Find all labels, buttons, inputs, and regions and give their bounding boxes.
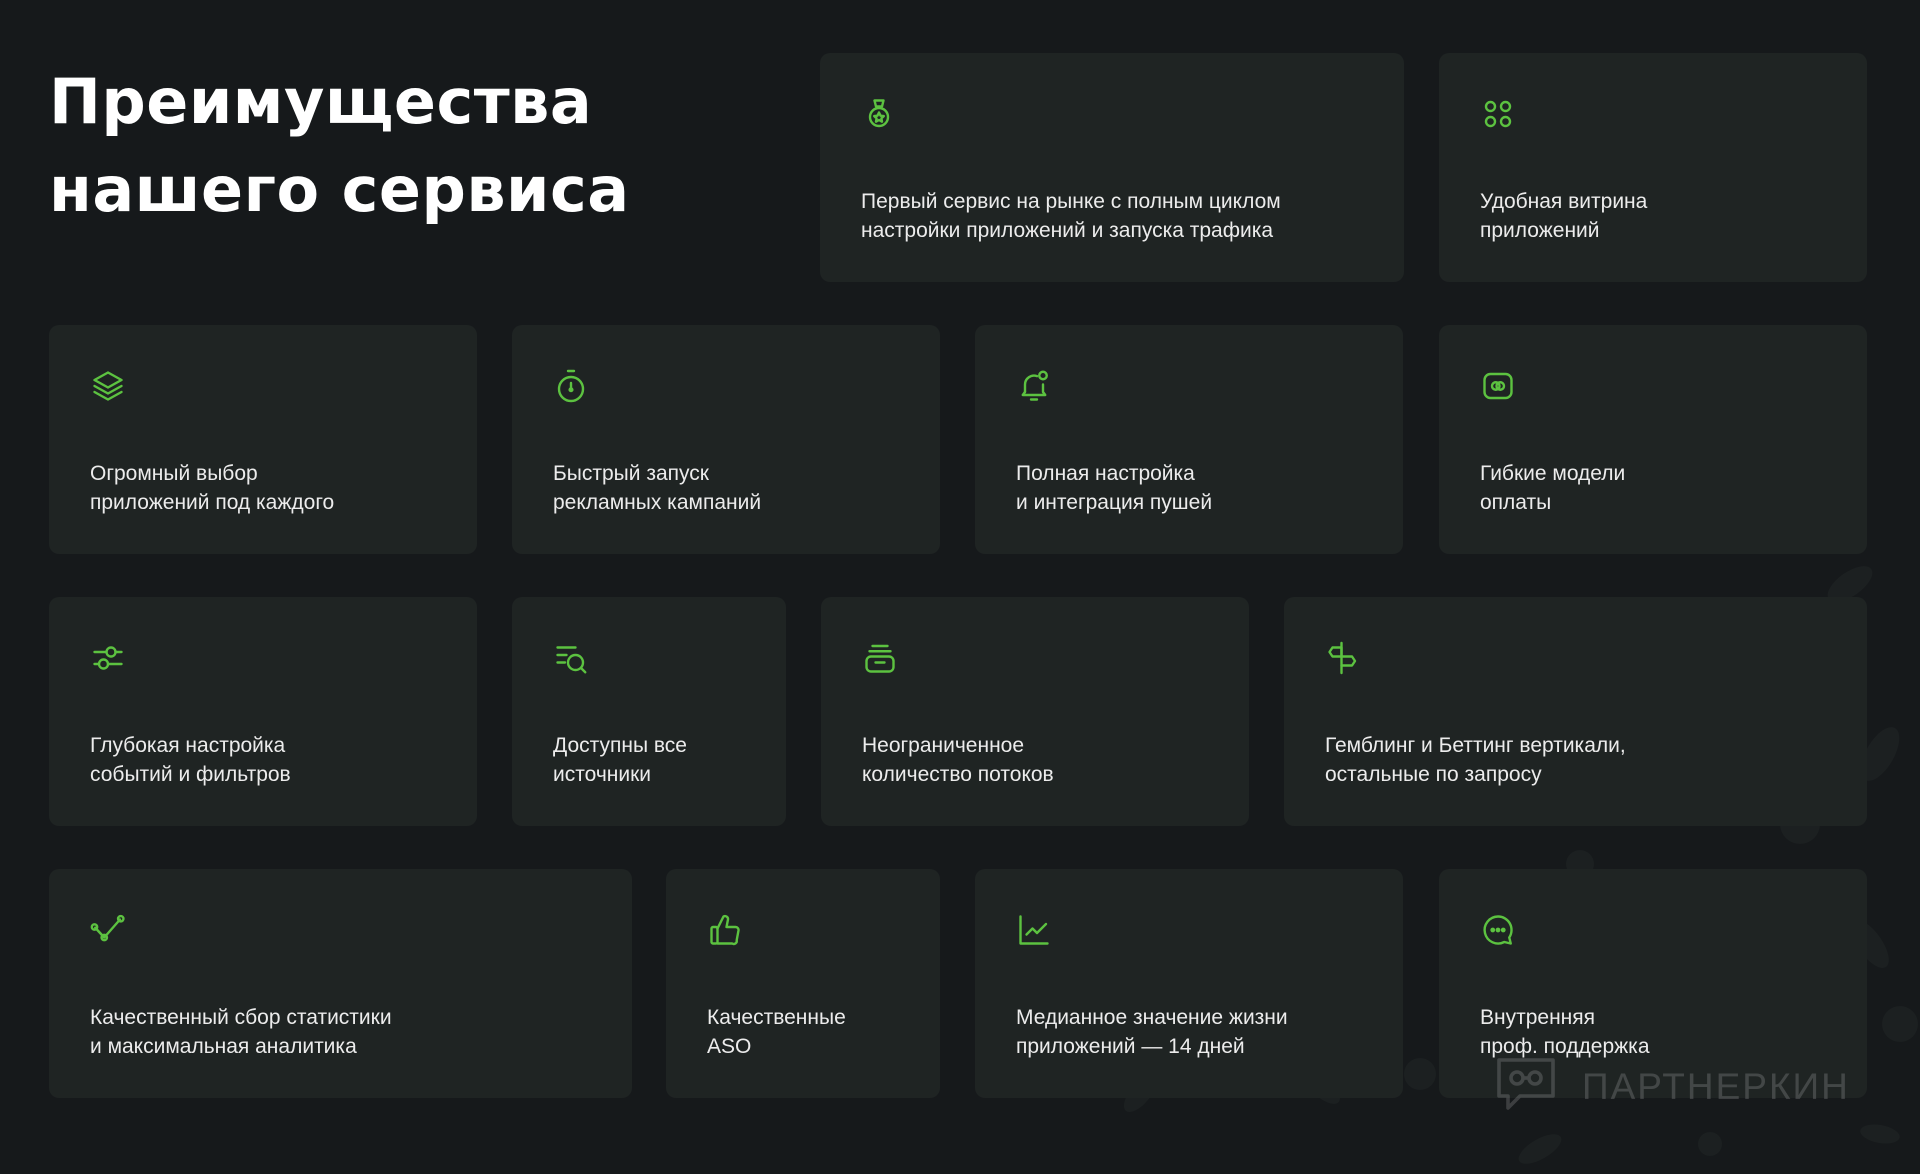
list-search-icon xyxy=(553,640,589,676)
card-text: Качественный сбор статистики и максималь… xyxy=(90,1006,392,1058)
feature-card-fast-launch: Быстрый запуск рекламных кампаний xyxy=(512,325,940,554)
feature-card-payment-models: Гибкие модели оплаты xyxy=(1439,325,1867,554)
feature-card-app-selection: Огромный выбор приложений под каждого xyxy=(49,325,477,554)
medal-icon xyxy=(861,96,897,132)
grid-icon xyxy=(1480,96,1516,132)
feature-card-median-lifetime: Медианное значение жизни приложений — 14… xyxy=(975,869,1403,1098)
watermark-text: ПАРТНЕРКИН xyxy=(1582,1065,1850,1107)
inbox-stack-icon xyxy=(862,640,898,676)
card-text: Гемблинг и Беттинг вертикали, остальные … xyxy=(1325,734,1626,786)
feature-card-unlimited-streams: Неограниченное количество потоков xyxy=(821,597,1249,826)
trend-line-icon xyxy=(90,912,126,948)
bell-icon xyxy=(1016,368,1052,404)
feature-card-push-integration: Полная настройка и интеграция пушей xyxy=(975,325,1403,554)
sliders-icon xyxy=(90,640,126,676)
card-text: Глубокая настройка событий и фильтров xyxy=(90,734,291,786)
card-text: Качественные ASO xyxy=(707,1006,846,1058)
chart-icon xyxy=(1016,912,1052,948)
feature-card-all-sources: Доступны все источники xyxy=(512,597,786,826)
feature-card-app-showcase: Удобная витрина приложений xyxy=(1439,53,1867,282)
feature-card-event-settings: Глубокая настройка событий и фильтров xyxy=(49,597,477,826)
wallet-icon xyxy=(1480,368,1516,404)
card-text: Неограниченное количество потоков xyxy=(862,734,1054,786)
feature-card-statistics: Качественный сбор статистики и максималь… xyxy=(49,869,632,1098)
card-text: Полная настройка и интеграция пушей xyxy=(1016,462,1213,514)
card-text: Гибкие модели оплаты xyxy=(1480,462,1626,514)
chat-bubble-icon xyxy=(1480,912,1516,948)
feature-card-verticals: Гемблинг и Беттинг вертикали, остальные … xyxy=(1284,597,1867,826)
signpost-icon xyxy=(1325,640,1361,676)
stopwatch-icon xyxy=(553,368,589,404)
card-text: Удобная витрина приложений xyxy=(1480,190,1648,242)
card-text: Огромный выбор приложений под каждого xyxy=(90,462,335,514)
feature-card-full-cycle: Первый сервис на рынке с полным циклом н… xyxy=(820,53,1404,282)
card-text: Быстрый запуск рекламных кампаний xyxy=(553,462,762,514)
watermark-logo-icon xyxy=(1490,1048,1562,1125)
page-title: Преимущества нашего сервиса xyxy=(49,65,630,226)
layers-icon xyxy=(90,368,126,404)
watermark: ПАРТНЕРКИН xyxy=(1490,1048,1850,1125)
thumbs-up-icon xyxy=(707,912,743,948)
feature-card-aso: Качественные ASO xyxy=(666,869,940,1098)
card-text: Медианное значение жизни приложений — 14… xyxy=(1016,1006,1288,1058)
card-text: Первый сервис на рынке с полным циклом н… xyxy=(861,190,1281,242)
card-text: Доступны все источники xyxy=(553,734,687,786)
